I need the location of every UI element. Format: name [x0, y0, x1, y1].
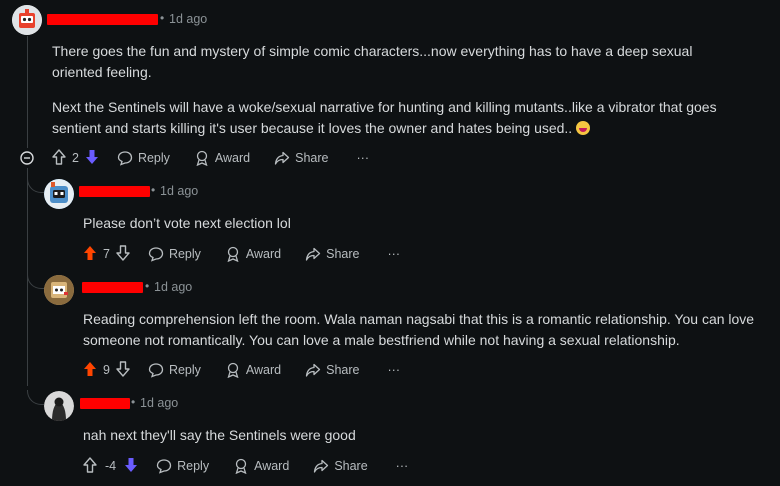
- redacted-username: [47, 14, 158, 25]
- reply-button[interactable]: Reply: [156, 458, 209, 474]
- share-label: Share: [334, 459, 368, 473]
- award-icon: [227, 246, 239, 262]
- comment-timestamp: 1d ago: [154, 280, 193, 294]
- thread-line: [27, 36, 28, 148]
- award-button[interactable]: Award: [225, 362, 281, 378]
- share-icon: [314, 459, 329, 473]
- thread-branch: [27, 390, 44, 405]
- comment-actions: -4 Reply Award Share ···: [83, 455, 408, 477]
- separator-dot: •: [131, 395, 136, 409]
- award-label: Award: [245, 247, 282, 261]
- share-label: Share: [326, 363, 360, 377]
- share-icon: [274, 151, 290, 165]
- reply-button[interactable]: Reply: [148, 362, 201, 378]
- award-button[interactable]: Award: [225, 246, 281, 262]
- redacted-username: [79, 186, 150, 197]
- separator-dot: •: [145, 279, 150, 293]
- award-button[interactable]: Award: [194, 150, 250, 166]
- share-icon: [305, 247, 321, 261]
- award-icon: [227, 362, 239, 378]
- more-options-icon[interactable]: ···: [388, 247, 401, 261]
- redacted-username: [82, 282, 143, 293]
- downvote-icon[interactable]: [85, 149, 99, 168]
- avatar[interactable]: [44, 275, 74, 305]
- award-label: Award: [254, 459, 290, 473]
- vote-count: -4: [105, 459, 117, 473]
- comment-body: Please don’t vote next election lol: [83, 213, 743, 234]
- reply-icon: [148, 247, 164, 262]
- reply-icon: [148, 363, 164, 378]
- separator-dot: •: [151, 183, 156, 197]
- upvote-icon[interactable]: [83, 456, 97, 476]
- vote-count: 2: [72, 151, 79, 165]
- separator-dot: •: [160, 11, 165, 25]
- collapse-thread-button[interactable]: [20, 151, 34, 165]
- thread-branch: [27, 274, 44, 289]
- reply-button[interactable]: Reply: [117, 150, 170, 166]
- avatar[interactable]: [44, 179, 74, 209]
- upvote-icon[interactable]: [83, 361, 97, 380]
- more-options-icon[interactable]: ···: [388, 363, 401, 377]
- redacted-username: [80, 398, 130, 409]
- upvote-icon[interactable]: [52, 148, 66, 168]
- reply-label: Reply: [168, 247, 201, 261]
- comment-paragraph: Please don’t vote next election lol: [83, 215, 291, 231]
- downvote-icon[interactable]: [116, 244, 130, 264]
- comment-actions: 9 Reply Award Share ···: [83, 359, 400, 381]
- comment-actions: 2 Reply Award Share ···: [52, 147, 369, 169]
- avatar[interactable]: [12, 5, 42, 35]
- more-options-icon[interactable]: ···: [357, 151, 370, 165]
- comment-timestamp: 1d ago: [140, 396, 179, 410]
- share-button[interactable]: Share: [305, 362, 360, 378]
- award-button[interactable]: Award: [233, 458, 289, 474]
- reply-icon: [117, 151, 133, 166]
- comment-body: Reading comprehension left the room. Wal…: [83, 309, 763, 351]
- comment-timestamp: 1d ago: [160, 184, 199, 198]
- reply-icon: [156, 459, 172, 474]
- comment-timestamp: 1d ago: [169, 12, 208, 26]
- downvote-icon[interactable]: [124, 457, 138, 476]
- award-label: Award: [245, 363, 282, 377]
- comment-actions: 7 Reply Award Share ···: [83, 243, 400, 265]
- comment-paragraph: There goes the fun and mystery of simple…: [52, 43, 693, 80]
- reply-label: Reply: [137, 151, 170, 165]
- share-label: Share: [295, 151, 329, 165]
- reply-button[interactable]: Reply: [148, 246, 201, 262]
- comment-body: There goes the fun and mystery of simple…: [52, 41, 752, 83]
- avatar[interactable]: [44, 391, 74, 421]
- vote-count: 9: [103, 363, 110, 377]
- more-options-icon[interactable]: ···: [396, 459, 409, 473]
- reply-label: Reply: [177, 459, 210, 473]
- reply-label: Reply: [168, 363, 201, 377]
- award-icon: [235, 458, 247, 474]
- share-button[interactable]: Share: [313, 458, 368, 474]
- award-label: Award: [214, 151, 251, 165]
- award-icon: [196, 150, 208, 166]
- share-button[interactable]: Share: [305, 246, 360, 262]
- thread-branch: [27, 178, 44, 193]
- comment-body: Next the Sentinels will have a woke/sexu…: [52, 97, 752, 139]
- comment-paragraph: Reading comprehension left the room. Wal…: [83, 311, 755, 348]
- upvote-icon[interactable]: [83, 245, 97, 264]
- vote-count: 7: [103, 247, 110, 261]
- share-icon: [305, 363, 321, 377]
- share-label: Share: [326, 247, 360, 261]
- laughing-emoji-icon: [576, 121, 591, 135]
- comment-paragraph: Next the Sentinels will have a woke/sexu…: [52, 99, 717, 136]
- share-button[interactable]: Share: [274, 150, 329, 166]
- comment-body: nah next they'll say the Sentinels were …: [83, 425, 743, 446]
- comment-paragraph: nah next they'll say the Sentinels were …: [83, 427, 356, 443]
- downvote-icon[interactable]: [116, 360, 130, 380]
